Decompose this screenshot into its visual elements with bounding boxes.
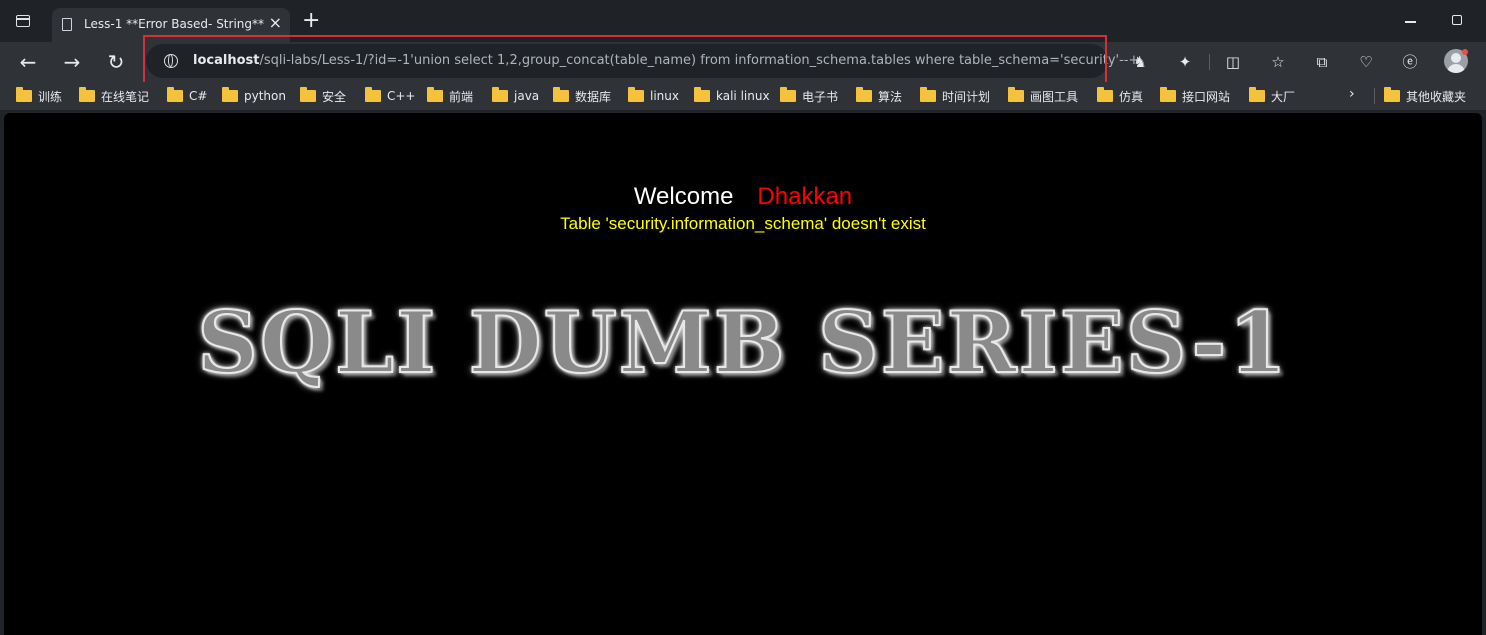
folder-icon bbox=[553, 87, 569, 102]
welcome-line: Welcome Dhakkan bbox=[4, 183, 1482, 211]
folder-icon bbox=[1160, 87, 1176, 102]
folder-icon bbox=[694, 87, 710, 102]
forward-icon[interactable]: → bbox=[58, 48, 86, 76]
close-tab-icon[interactable]: × bbox=[269, 15, 282, 31]
folder-icon bbox=[856, 87, 872, 102]
folder-icon bbox=[1384, 87, 1400, 102]
highlight-box bbox=[143, 35, 1107, 85]
bookmark-folder[interactable]: C# bbox=[167, 87, 207, 105]
folder-icon bbox=[167, 87, 183, 102]
bookmark-folder[interactable]: 电子书 bbox=[780, 87, 838, 105]
other-bookmarks[interactable]: 其他收藏夹 bbox=[1384, 87, 1466, 105]
folder-icon bbox=[222, 87, 238, 102]
bookmark-folder[interactable]: 前端 bbox=[427, 87, 473, 105]
favorites-icon[interactable]: ☆ bbox=[1270, 54, 1286, 70]
bookmark-folder[interactable]: 训练 bbox=[16, 87, 62, 105]
welcome-text: Welcome bbox=[633, 183, 734, 210]
folder-icon bbox=[1008, 87, 1024, 102]
bookmark-folder[interactable]: 数据库 bbox=[553, 87, 611, 105]
collections-icon[interactable]: ⧉ bbox=[1314, 54, 1330, 70]
bookmark-folder[interactable]: C++ bbox=[365, 87, 416, 105]
bookmarks-bar: 训练 在线笔记 C# python 安全 C++ 前端 java 数据库 lin… bbox=[0, 82, 1486, 110]
bookmark-folder[interactable]: 安全 bbox=[300, 87, 346, 105]
bookmarks-divider bbox=[1374, 88, 1375, 104]
bookmark-folder[interactable]: 仿真 bbox=[1097, 87, 1143, 105]
bookmark-folder[interactable]: 算法 bbox=[856, 87, 902, 105]
extensions-puzzle-icon[interactable]: ✦ bbox=[1177, 54, 1193, 70]
folder-icon bbox=[79, 87, 95, 102]
user-name: Dhakkan bbox=[757, 183, 853, 210]
folder-icon bbox=[780, 87, 796, 102]
notification-badge bbox=[1462, 49, 1468, 55]
page-icon bbox=[62, 18, 72, 31]
refresh-icon[interactable]: ↻ bbox=[102, 48, 130, 76]
folder-icon bbox=[300, 87, 316, 102]
bookmark-folder[interactable]: linux bbox=[628, 87, 679, 105]
folder-icon bbox=[628, 87, 644, 102]
edge-icon[interactable]: ⓔ bbox=[1402, 54, 1418, 70]
split-screen-icon[interactable]: ◫ bbox=[1225, 54, 1241, 70]
extension-icon[interactable]: ♞ bbox=[1132, 54, 1148, 70]
maximize-icon[interactable] bbox=[1452, 15, 1462, 25]
folder-icon bbox=[427, 87, 443, 102]
new-tab-icon[interactable]: + bbox=[302, 10, 320, 32]
folder-icon bbox=[16, 87, 32, 102]
performance-icon[interactable]: ♡ bbox=[1358, 54, 1374, 70]
minimize-icon[interactable] bbox=[1405, 21, 1416, 23]
page-content: Welcome Dhakkan Table 'security.informati… bbox=[4, 113, 1482, 635]
bookmark-folder[interactable]: 画图工具 bbox=[1008, 87, 1078, 105]
toolbar-divider bbox=[1209, 54, 1210, 70]
bookmark-folder[interactable]: 在线笔记 bbox=[79, 87, 149, 105]
tab-title: Less-1 **Error Based- String** bbox=[84, 17, 264, 31]
bookmark-folder[interactable]: python bbox=[222, 87, 286, 105]
folder-icon bbox=[920, 87, 936, 102]
bookmark-folder[interactable]: 时间计划 bbox=[920, 87, 990, 105]
back-icon[interactable]: ← bbox=[14, 48, 42, 76]
error-message: Table 'security.information_schema' does… bbox=[560, 214, 926, 233]
tab-actions-icon[interactable] bbox=[16, 15, 30, 27]
bookmark-folder[interactable]: java bbox=[492, 87, 539, 105]
bookmark-folder[interactable]: 接口网站 bbox=[1160, 87, 1230, 105]
folder-icon bbox=[1249, 87, 1265, 102]
folder-icon bbox=[365, 87, 381, 102]
bookmark-folder[interactable]: kali linux bbox=[694, 87, 770, 105]
bookmark-folder[interactable]: 大厂 bbox=[1249, 87, 1295, 105]
chevron-right-icon[interactable]: › bbox=[1349, 86, 1355, 102]
folder-icon bbox=[1097, 87, 1113, 102]
series-heading: SQLI DUMB SERIES-1 bbox=[196, 292, 1289, 393]
folder-icon bbox=[492, 87, 508, 102]
